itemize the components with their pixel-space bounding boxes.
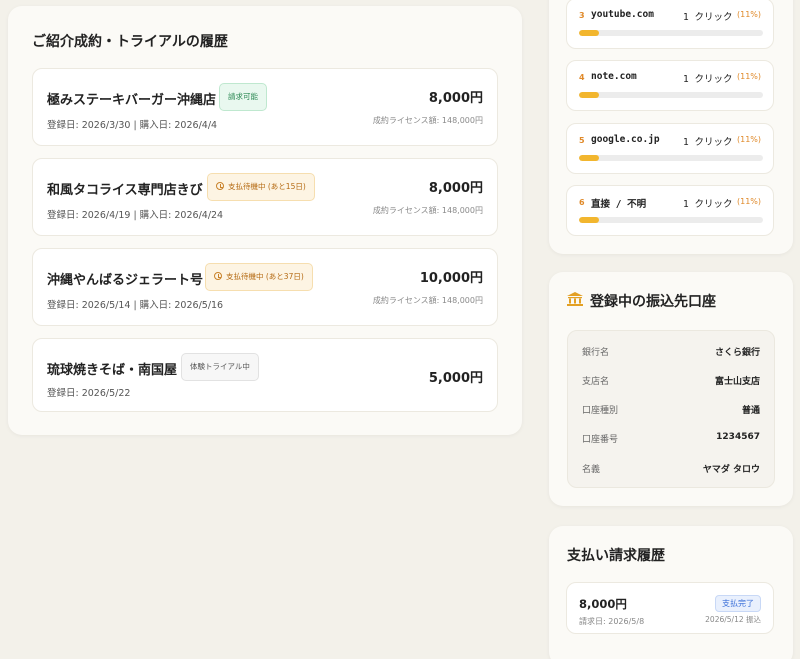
- bank-value: 1234567: [716, 432, 760, 442]
- source-item: 6 直接 / 不明 1 クリック (11%): [566, 185, 774, 236]
- progress-track: [579, 92, 763, 98]
- source-clicks: 1 クリック: [683, 12, 733, 23]
- clock-icon: [214, 272, 222, 280]
- source-percent: (11%): [737, 10, 762, 19]
- clock-icon: [216, 182, 224, 190]
- progress-fill: [579, 30, 600, 36]
- source-item: 4 note.com 1 クリック (11%): [566, 60, 774, 111]
- source-rank: 5: [579, 136, 585, 145]
- payment-amount: 8,000円: [579, 597, 627, 611]
- referral-item[interactable]: 琉球焼きそば・南国屋 体験トライアル中 登録日: 2026/5/22 5,000…: [32, 338, 498, 412]
- bank-details: 銀行名 さくら銀行 支店名 富士山支店 口座種別 普通 口座番号 1234567…: [567, 330, 775, 488]
- referral-item[interactable]: 和風タコライス専門店きび 支払待機中 (あと15日) 登録日: 2026/4/1…: [32, 158, 498, 236]
- referral-store-name: 極みステーキバーガー沖縄店: [47, 93, 217, 108]
- payment-title: 支払い請求履歴: [567, 548, 665, 564]
- referral-amount: 5,000円: [428, 371, 483, 386]
- bank-label: 口座番号: [582, 435, 619, 445]
- payment-paid-date: 2026/5/12 振込: [705, 615, 761, 624]
- bank-account-panel: 登録中の振込先口座 銀行名 さくら銀行 支店名 富士山支店 口座種別 普通 口座…: [549, 272, 793, 506]
- history-title: ご紹介成約・トライアルの履歴: [32, 34, 228, 50]
- referral-item[interactable]: 沖縄やんばるジェラート号 支払待機中 (あと37日) 登録日: 2026/5/1…: [32, 248, 498, 326]
- source-clicks: 1 クリック: [683, 199, 733, 210]
- source-rank: 6: [579, 198, 585, 207]
- referral-source-panel: 3 youtube.com 1 クリック (11%) 4 note.com 1 …: [549, 0, 793, 254]
- bank-value: 普通: [741, 406, 760, 416]
- payment-history-panel: 支払い請求履歴 8,000円 請求日: 2026/5/8 支払完了 2026/5…: [549, 526, 793, 659]
- payment-item[interactable]: 8,000円 請求日: 2026/5/8 支払完了 2026/5/12 振込: [566, 582, 774, 634]
- bank-row-bank-name: 銀行名 さくら銀行: [582, 345, 760, 359]
- bank-row-account-type: 口座種別 普通: [582, 403, 760, 417]
- status-badge: 請求可能: [219, 83, 267, 111]
- bank-label: 支店名: [582, 377, 610, 387]
- bank-label: 名義: [582, 465, 601, 475]
- referral-store-name: 沖縄やんばるジェラート号: [47, 273, 204, 288]
- source-item: 5 google.co.jp 1 クリック (11%): [566, 123, 774, 174]
- referral-dates: 登録日: 2026/5/14 | 購入日: 2026/5/16: [47, 300, 224, 311]
- progress-track: [579, 155, 763, 161]
- source-rank: 3: [579, 11, 585, 20]
- payment-status-badge: 支払完了: [715, 595, 761, 612]
- bank-value: 富士山支店: [714, 377, 760, 387]
- source-domain: google.co.jp: [591, 134, 660, 145]
- progress-track: [579, 217, 763, 223]
- progress-fill: [579, 92, 600, 98]
- bank-label: 口座種別: [582, 406, 619, 416]
- referral-amount: 8,000円: [428, 91, 483, 106]
- bank-row-holder: 名義 ヤマダ タロウ: [582, 462, 760, 476]
- bank-value: さくら銀行: [714, 348, 760, 358]
- referral-dates: 登録日: 2026/4/19 | 購入日: 2026/4/24: [47, 210, 224, 221]
- bank-value: ヤマダ タロウ: [702, 465, 760, 475]
- referral-store-name: 琉球焼きそば・南国屋: [47, 363, 178, 378]
- progress-track: [579, 30, 763, 36]
- source-domain: note.com: [591, 71, 637, 82]
- bank-label: 銀行名: [582, 348, 610, 358]
- status-badge: 支払待機中 (あと37日): [205, 263, 313, 291]
- progress-fill: [579, 155, 600, 161]
- license-amount: 成約ライセンス額: 148,000円: [372, 206, 483, 215]
- bank-icon: [567, 292, 583, 306]
- source-percent: (11%): [737, 72, 762, 81]
- source-rank: 4: [579, 73, 585, 82]
- source-percent: (11%): [737, 135, 762, 144]
- source-domain: 直接 / 不明: [591, 199, 647, 210]
- referral-item[interactable]: 極みステーキバーガー沖縄店 請求可能 登録日: 2026/3/30 | 購入日:…: [32, 68, 498, 146]
- bank-row-branch: 支店名 富士山支店: [582, 374, 760, 388]
- source-clicks: 1 クリック: [683, 74, 733, 85]
- license-amount: 成約ライセンス額: 148,000円: [372, 296, 483, 305]
- source-clicks: 1 クリック: [683, 137, 733, 148]
- progress-fill: [579, 217, 600, 223]
- referral-store-name: 和風タコライス専門店きび: [47, 183, 203, 198]
- bank-title: 登録中の振込先口座: [590, 294, 716, 310]
- payment-request-date: 請求日: 2026/5/8: [579, 617, 645, 626]
- referral-dates: 登録日: 2026/5/22: [47, 388, 131, 399]
- referral-history-panel: ご紹介成約・トライアルの履歴 極みステーキバーガー沖縄店 請求可能 登録日: 2…: [8, 6, 522, 435]
- bank-row-account-number: 口座番号 1234567: [582, 432, 760, 446]
- source-percent: (11%): [737, 197, 762, 206]
- status-badge: 支払待機中 (あと15日): [207, 173, 315, 201]
- referral-dates: 登録日: 2026/3/30 | 購入日: 2026/4/4: [47, 120, 218, 131]
- source-domain: youtube.com: [591, 9, 654, 20]
- referral-amount: 10,000円: [419, 271, 483, 286]
- referral-amount: 8,000円: [428, 181, 483, 196]
- status-badge: 体験トライアル中: [181, 353, 259, 381]
- license-amount: 成約ライセンス額: 148,000円: [372, 116, 483, 125]
- source-item: 3 youtube.com 1 クリック (11%): [566, 0, 774, 49]
